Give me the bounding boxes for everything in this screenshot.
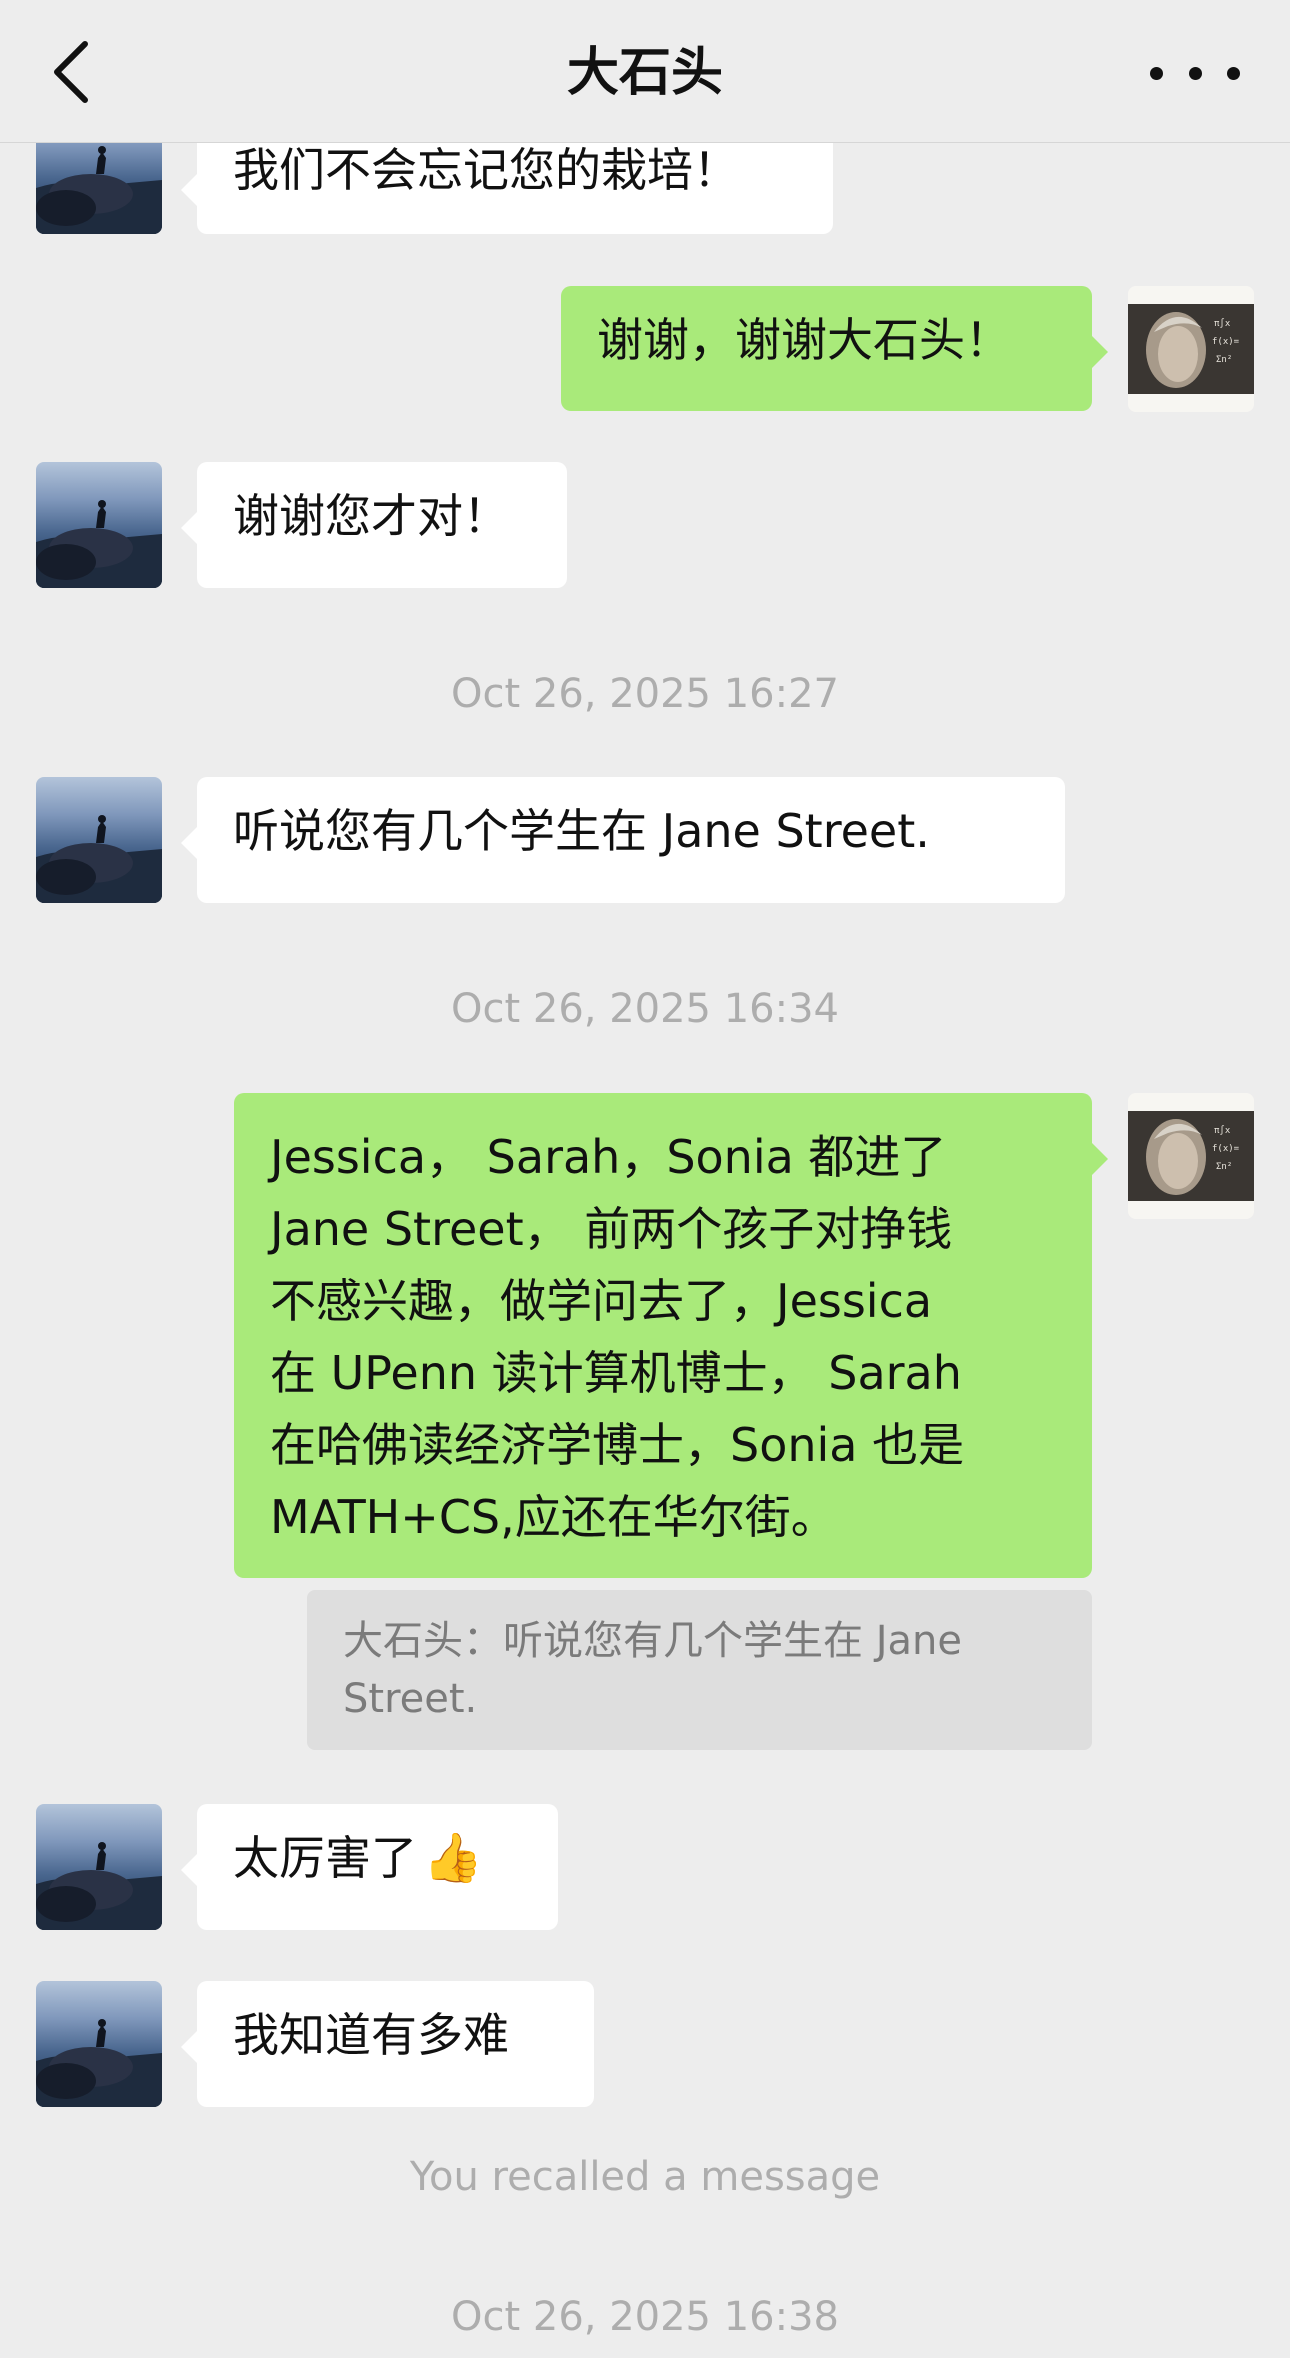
message-bubble-incoming[interactable]: 听说您有几个学生在 Jane Street. [181, 777, 1065, 903]
more-options-button[interactable] [1150, 48, 1240, 98]
message-timestamp: Oct 26, 2025 16:38 [451, 2294, 839, 2340]
self-avatar[interactable]: π∫x f(x)= Σn² [1128, 1093, 1254, 1219]
svg-text:π∫x: π∫x [1214, 1125, 1231, 1136]
message-line: Jane Street， 前两个孩子对挣钱 [270, 1202, 953, 1256]
chat-header: 大石头 [0, 0, 1290, 143]
message-bubble-outgoing[interactable]: Jessica， Sarah，Sonia 都进了 Jane Street， 前两… [234, 1093, 1108, 1578]
svg-text:f(x)=: f(x)= [1212, 337, 1240, 347]
message-line: MATH+CS,应还在华尔街。 [270, 1490, 837, 1544]
chat-title: 大石头 [566, 43, 723, 103]
svg-text:Σn²: Σn² [1216, 1162, 1232, 1172]
chevron-left-icon [54, 41, 88, 103]
message-bubble-incoming[interactable]: 谢谢您才对！ [181, 462, 567, 588]
contact-avatar[interactable] [36, 462, 162, 588]
contact-avatar[interactable] [36, 777, 162, 903]
message-bubble-outgoing[interactable]: 谢谢，谢谢大石头！ [561, 286, 1108, 411]
self-avatar[interactable]: π∫x f(x)= Σn² [1128, 286, 1254, 412]
contact-avatar[interactable] [36, 1804, 162, 1930]
portrait-avatar-image: π∫x f(x)= Σn² [1128, 286, 1254, 412]
svg-text:Σn²: Σn² [1216, 355, 1232, 365]
svg-text:π∫x: π∫x [1214, 318, 1231, 329]
message-timestamp: Oct 26, 2025 16:27 [451, 671, 839, 717]
recalled-message-notice: You recalled a message [409, 2154, 881, 2200]
message-line: 在 UPenn 读计算机博士， Sarah [270, 1346, 962, 1400]
back-button[interactable] [36, 28, 106, 116]
svg-text:f(x)=: f(x)= [1212, 1144, 1240, 1154]
thumbs-up-icon: 👍 [423, 1830, 483, 1886]
message-text: 太厉害了 [233, 1831, 417, 1885]
quote-line: 大石头：听说您有几个学生在 Jane [343, 1618, 962, 1664]
message-line: 在哈佛读经济学博士，Sonia 也是 [270, 1418, 965, 1472]
quote-line: Street. [343, 1676, 478, 1722]
contact-avatar[interactable] [36, 1981, 162, 2107]
quoted-message[interactable]: 大石头：听说您有几个学生在 Jane Street. [307, 1590, 1092, 1750]
message-line: Jessica， Sarah，Sonia 都进了 [270, 1130, 947, 1184]
message-timestamp: Oct 26, 2025 16:34 [451, 986, 839, 1032]
message-line: 不感兴趣，做学问去了，Jessica [270, 1274, 933, 1328]
more-dots-icon [1150, 66, 1163, 80]
message-bubble-incoming[interactable]: 我知道有多难 [181, 1981, 594, 2107]
message-bubble-incoming[interactable]: 太厉害了 👍 [181, 1804, 558, 1930]
